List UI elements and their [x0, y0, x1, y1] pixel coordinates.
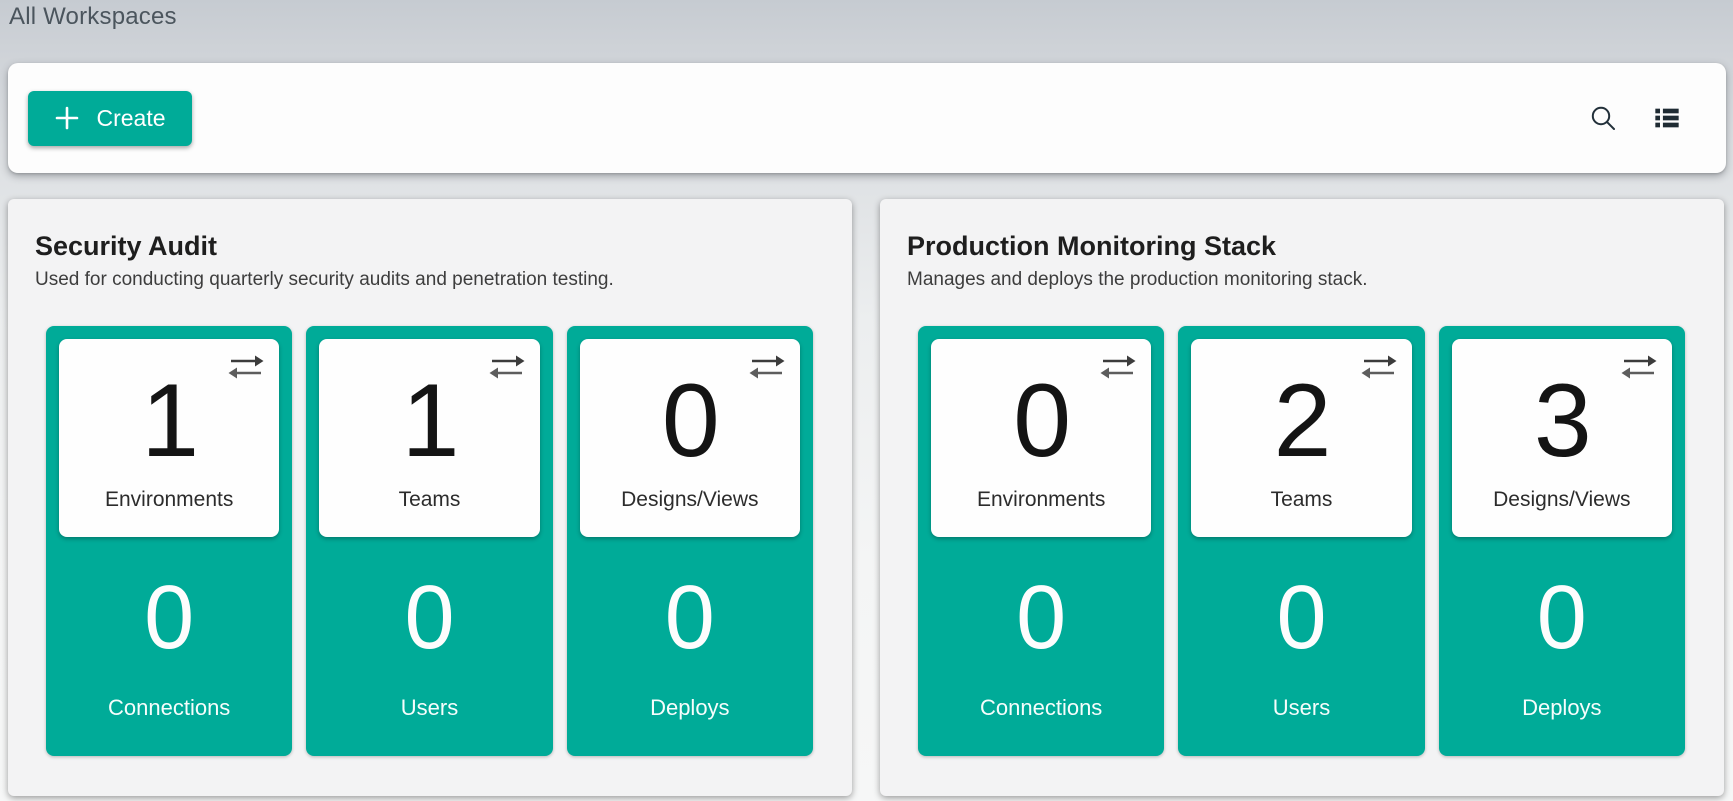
stat-tile-designs-views[interactable]: 0 Designs/Views 0 Deploys [567, 326, 813, 756]
stat-tile-top: 1 Teams [319, 339, 539, 537]
stat-tile-top: 0 Environments [931, 339, 1151, 537]
workspace-card-security-audit[interactable]: Security Audit Used for conducting quart… [8, 199, 852, 796]
stat-tile-bottom: 0 Users [319, 537, 539, 743]
workspace-description: Used for conducting quarterly security a… [35, 268, 832, 292]
swap-horizontal-icon[interactable] [749, 352, 785, 382]
stat-tile-top: 3 Designs/Views [1452, 339, 1672, 537]
stat-top-label: Teams [319, 488, 539, 537]
create-button-label: Create [96, 105, 165, 132]
stat-tile-bottom: 0 Deploys [580, 537, 800, 743]
stat-bottom-label: Users [1273, 695, 1330, 721]
stat-bottom-value: 0 [1537, 573, 1587, 663]
stat-bottom-value: 0 [665, 573, 715, 663]
stat-tile-environments[interactable]: 0 Environments 0 Connections [918, 326, 1164, 756]
stat-bottom-label: Connections [980, 695, 1102, 721]
swap-horizontal-icon[interactable] [228, 352, 264, 382]
stat-tile-top: 2 Teams [1191, 339, 1411, 537]
swap-horizontal-icon[interactable] [1361, 352, 1397, 382]
stat-bottom-label: Users [401, 695, 458, 721]
stat-top-label: Environments [59, 488, 279, 537]
swap-horizontal-icon[interactable] [489, 352, 525, 382]
stat-tiles: 1 Environments 0 Connections 1 [27, 326, 832, 756]
workspace-description: Manages and deploys the production monit… [907, 268, 1704, 292]
stat-tile-bottom: 0 Connections [931, 537, 1151, 743]
stat-tiles: 0 Environments 0 Connections 2 [899, 326, 1704, 756]
stat-bottom-label: Deploys [650, 695, 729, 721]
stat-bottom-label: Deploys [1522, 695, 1601, 721]
workspace-name: Production Monitoring Stack [907, 230, 1704, 262]
swap-horizontal-icon[interactable] [1100, 352, 1136, 382]
stat-tile-designs-views[interactable]: 3 Designs/Views 0 Deploys [1439, 326, 1685, 756]
stat-tile-bottom: 0 Deploys [1452, 537, 1672, 743]
workspace-card-production-monitoring-stack[interactable]: Production Monitoring Stack Manages and … [880, 199, 1724, 796]
stat-tile-teams[interactable]: 1 Teams 0 Users [306, 326, 552, 756]
page-title: All Workspaces [0, 0, 1733, 31]
search-icon[interactable] [1588, 103, 1618, 133]
stat-tile-teams[interactable]: 2 Teams 0 Users [1178, 326, 1424, 756]
stat-bottom-value: 0 [144, 573, 194, 663]
stat-bottom-value: 0 [1276, 573, 1326, 663]
stat-bottom-label: Connections [108, 695, 230, 721]
stat-top-label: Teams [1191, 488, 1411, 537]
workspace-cards-row: Security Audit Used for conducting quart… [8, 199, 1724, 796]
plus-icon [54, 105, 80, 131]
stat-bottom-value: 0 [1016, 573, 1066, 663]
workspace-name: Security Audit [35, 230, 832, 262]
stat-top-label: Designs/Views [1452, 488, 1672, 537]
stat-tile-top: 1 Environments [59, 339, 279, 537]
workspaces-toolbar: Create [8, 63, 1726, 173]
stat-tile-top: 0 Designs/Views [580, 339, 800, 537]
stat-bottom-value: 0 [404, 573, 454, 663]
create-button[interactable]: Create [28, 91, 192, 146]
stat-top-label: Designs/Views [580, 488, 800, 537]
toolbar-icons [1588, 103, 1682, 133]
stat-top-label: Environments [931, 488, 1151, 537]
stat-tile-environments[interactable]: 1 Environments 0 Connections [46, 326, 292, 756]
stat-tile-bottom: 0 Users [1191, 537, 1411, 743]
stat-tile-bottom: 0 Connections [59, 537, 279, 743]
list-view-icon[interactable] [1652, 103, 1682, 133]
swap-horizontal-icon[interactable] [1621, 352, 1657, 382]
